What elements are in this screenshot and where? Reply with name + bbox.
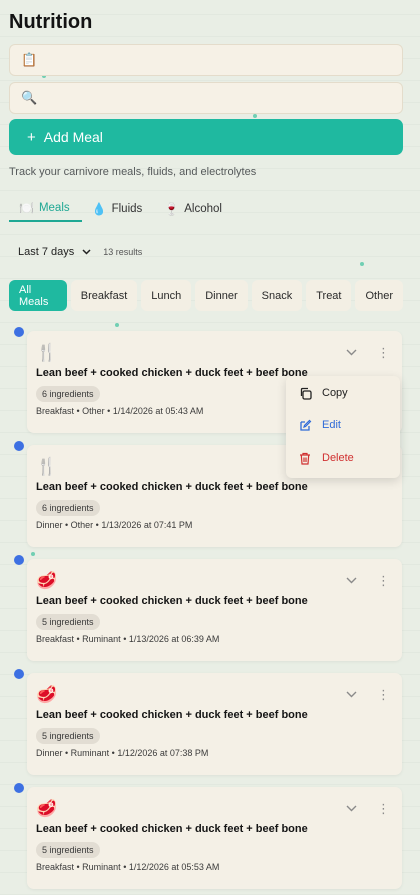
plate-icon: 🍽️ (19, 201, 34, 215)
tab-label: Alcohol (184, 203, 222, 215)
trash-icon (298, 451, 312, 465)
meal-card[interactable]: 🥩 ⋮ Lean beef + cooked chicken + duck fe… (14, 555, 402, 661)
date-range-value: Last 7 days (18, 246, 75, 258)
expand-chevron-icon[interactable] (346, 803, 357, 815)
copy-icon (298, 386, 312, 400)
chip-dinner[interactable]: Dinner (195, 280, 248, 311)
expand-chevron-icon[interactable] (346, 575, 357, 587)
tab-meals[interactable]: 🍽️ Meals (9, 196, 82, 222)
chip-all-meals[interactable]: All Meals (9, 280, 67, 311)
chip-treat[interactable]: Treat (306, 280, 352, 311)
meal-meta: Dinner • Other • 1/13/2026 at 07:41 PM (36, 520, 193, 530)
date-range-select[interactable]: Last 7 days (9, 246, 101, 258)
meal-title: Lean beef + cooked chicken + duck feet +… (36, 367, 308, 379)
meal-title: Lean beef + cooked chicken + duck feet +… (36, 823, 308, 835)
search-input[interactable]: 🔍 (9, 82, 403, 114)
expand-chevron-icon[interactable] (346, 347, 357, 359)
fork-knife-icon: 🍴 (36, 343, 58, 362)
more-options-icon[interactable]: ⋮ (377, 687, 390, 703)
more-options-icon[interactable]: ⋮ (377, 573, 390, 589)
meal-meta: Dinner • Ruminant • 1/12/2026 at 07:38 P… (36, 748, 209, 758)
more-options-icon[interactable]: ⋮ (377, 345, 390, 361)
meal-title: Lean beef + cooked chicken + duck feet +… (36, 709, 308, 721)
menu-copy-label: Copy (322, 387, 348, 399)
wine-glass-icon: 🍷 (164, 202, 180, 216)
ingredients-badge: 6 ingredients (36, 386, 100, 402)
steak-icon: 🥩 (36, 685, 58, 704)
tab-label: Fluids (111, 203, 143, 215)
steak-icon: 🥩 (36, 571, 58, 590)
add-meal-button[interactable]: + Add Meal (9, 119, 403, 155)
chip-lunch[interactable]: Lunch (141, 280, 192, 311)
timeline-dot (14, 555, 24, 565)
timeline-dot (14, 441, 24, 451)
expand-chevron-icon[interactable] (346, 689, 357, 701)
page-subtitle: Track your carnivore meals, fluids, and … (9, 166, 257, 178)
notes-field[interactable]: 📋 (9, 44, 403, 76)
results-count: 13 results (103, 247, 143, 257)
steak-icon: 🥩 (36, 799, 58, 818)
meal-meta: Breakfast • Ruminant • 1/13/2026 at 06:3… (36, 634, 220, 644)
meal-title: Lean beef + cooked chicken + duck feet +… (36, 481, 308, 493)
meal-title: Lean beef + cooked chicken + duck feet +… (36, 595, 308, 607)
ingredients-badge: 6 ingredients (36, 500, 100, 516)
meal-context-menu: Copy Edit Delete (286, 376, 400, 478)
timeline-dot (14, 783, 24, 793)
filter-row: Last 7 days 13 results (9, 246, 142, 258)
meal-card[interactable]: 🥩 ⋮ Lean beef + cooked chicken + duck fe… (14, 783, 402, 889)
more-options-icon[interactable]: ⋮ (377, 801, 390, 817)
chevron-down-icon (82, 247, 91, 257)
tab-alcohol[interactable]: 🍷 Alcohol (154, 196, 234, 222)
meal-card[interactable]: 🥩 ⋮ Lean beef + cooked chicken + duck fe… (14, 669, 402, 775)
menu-edit-label: Edit (322, 419, 341, 431)
page-title: Nutrition (9, 11, 93, 33)
menu-delete-label: Delete (322, 452, 354, 464)
timeline-dot (14, 327, 24, 337)
tab-bar: 🍽️ Meals 💧 Fluids 🍷 Alcohol (9, 196, 234, 224)
menu-item-delete[interactable]: Delete (298, 451, 354, 465)
tab-fluids[interactable]: 💧 Fluids (82, 196, 155, 222)
chip-snack[interactable]: Snack (251, 280, 303, 311)
search-icon: 🔍 (21, 90, 38, 105)
plus-icon: + (27, 128, 36, 146)
chip-breakfast[interactable]: Breakfast (70, 280, 138, 311)
ingredients-badge: 5 ingredients (36, 842, 100, 858)
ingredients-badge: 5 ingredients (36, 728, 100, 744)
add-meal-label: Add Meal (43, 129, 103, 145)
tab-label: Meals (38, 202, 70, 214)
droplet-icon: 💧 (91, 202, 107, 216)
ingredients-badge: 5 ingredients (36, 614, 100, 630)
chip-other[interactable]: Other (355, 280, 403, 311)
meal-meta: Breakfast • Ruminant • 1/12/2026 at 05:5… (36, 862, 220, 872)
menu-item-edit[interactable]: Edit (298, 418, 341, 432)
timeline-dot (14, 669, 24, 679)
clipboard-icon: 📋 (21, 52, 38, 67)
fork-knife-icon: 🍴 (36, 457, 58, 476)
edit-icon (298, 418, 312, 432)
meal-meta: Breakfast • Other • 1/14/2026 at 05:43 A… (36, 406, 204, 416)
meal-type-chips: All Meals Breakfast Lunch Dinner Snack T… (9, 280, 403, 311)
menu-item-copy[interactable]: Copy (298, 386, 348, 400)
